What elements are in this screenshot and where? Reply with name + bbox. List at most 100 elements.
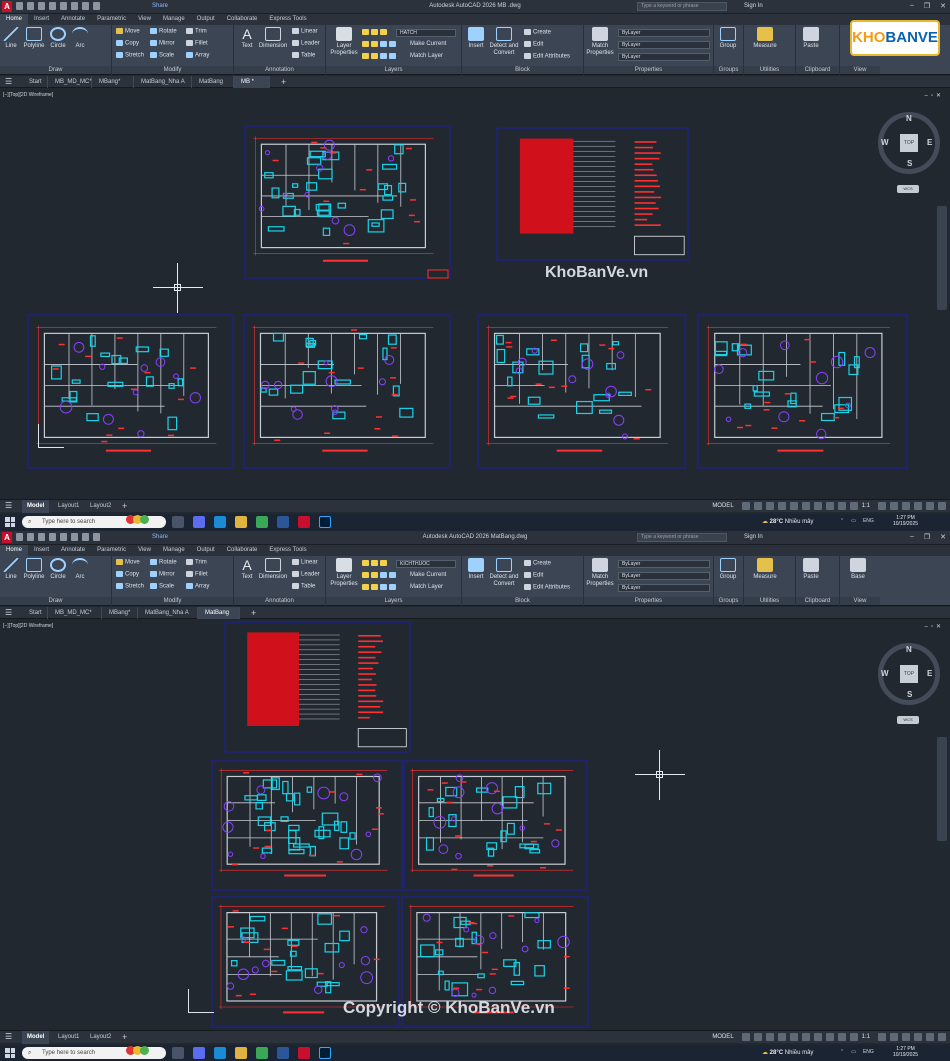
measure-button[interactable]: Measure [750, 558, 780, 581]
annotation-scale[interactable]: 1:1 [862, 503, 870, 509]
color-dropdown[interactable]: ByLayer [618, 560, 710, 568]
save-icon[interactable] [38, 2, 45, 10]
linetype-dropdown[interactable]: ByLayer [618, 572, 710, 580]
open-icon[interactable] [27, 533, 34, 541]
otrack-icon[interactable] [801, 502, 810, 510]
chrome-icon[interactable] [256, 516, 268, 528]
layer-dropdown[interactable]: HATCH [396, 29, 456, 37]
doc-tab-mb-md-mc[interactable]: MB_MD_MC* [48, 76, 92, 88]
tray-expand-icon[interactable]: ⌃ [840, 518, 844, 524]
autocad-taskbar-icon[interactable] [298, 1047, 310, 1059]
ribbon-tab-home[interactable]: Home [0, 14, 29, 25]
osnap-icon[interactable] [789, 502, 798, 510]
drawing-area[interactable] [0, 88, 950, 498]
search-input[interactable]: Type a keyword or phrase [637, 2, 727, 11]
paste-button[interactable]: Paste [800, 558, 822, 581]
tray-expand-icon[interactable]: ⌃ [840, 1049, 844, 1055]
doc-tab-start[interactable]: Start [22, 76, 48, 88]
doc-tab-mbang[interactable]: MBang* [92, 76, 134, 88]
scale-button[interactable]: Scale [150, 583, 174, 590]
chrome-icon[interactable] [256, 1047, 268, 1059]
new-icon[interactable] [16, 2, 23, 10]
windows-start-icon[interactable] [5, 517, 15, 527]
model-tab[interactable]: Model [22, 1031, 50, 1044]
edit-attributes-button[interactable]: Edit Attributes [524, 53, 570, 60]
array-button[interactable]: Array [186, 583, 209, 590]
doc-tab-matbang[interactable]: MatBang [192, 76, 234, 88]
doc-tab-matbang-nha-a[interactable]: MatBang_Nha A [138, 607, 198, 619]
trim-button[interactable]: Trim [186, 28, 207, 35]
viewcube-top-face[interactable]: TOP [900, 665, 918, 683]
network-icon[interactable]: ▭ [851, 518, 856, 524]
create-block-button[interactable]: Create [524, 560, 551, 567]
autocad-app-icon[interactable]: A [2, 532, 12, 543]
line-button[interactable]: Line [3, 27, 19, 50]
settings-gear-icon[interactable] [878, 1033, 886, 1041]
match-properties-button[interactable]: Match Properties [586, 558, 614, 588]
annotation-scale[interactable]: 1:1 [862, 1034, 870, 1040]
viewcube-top-face[interactable]: TOP [900, 134, 918, 152]
annotation-panel-title[interactable]: Annotation [234, 597, 325, 605]
compass-west[interactable]: W [881, 138, 889, 147]
new-tab-icon[interactable]: + [244, 607, 256, 619]
close-icon[interactable]: ✕ [940, 2, 946, 10]
layout2-tab[interactable]: Layout2 [90, 1031, 111, 1044]
file-explorer-icon[interactable] [235, 1047, 247, 1059]
ribbon-tab-view[interactable]: View [132, 545, 157, 556]
fillet-button[interactable]: Fillet [186, 571, 208, 578]
group-button[interactable]: Group [716, 27, 740, 50]
match-properties-button[interactable]: Match Properties [586, 27, 614, 57]
ribbon-tab-annotate[interactable]: Annotate [55, 14, 91, 25]
draw-panel-title[interactable]: Draw [0, 66, 111, 74]
create-block-button[interactable]: Create [524, 29, 551, 36]
file-explorer-icon[interactable] [235, 516, 247, 528]
ortho-icon[interactable] [765, 502, 774, 510]
save-as-icon[interactable] [49, 533, 56, 541]
move-button[interactable]: Move [116, 28, 140, 35]
block-panel-title[interactable]: Block [462, 66, 583, 74]
layers-panel-title[interactable]: Layers [326, 66, 461, 74]
share-button[interactable]: Share [152, 534, 168, 540]
ortho-icon[interactable] [765, 1033, 774, 1041]
sun-icon[interactable] [371, 29, 378, 35]
navigation-bar[interactable] [937, 206, 947, 310]
ribbon-tab-collaborate[interactable]: Collaborate [221, 14, 264, 25]
groups-panel-title[interactable]: Groups [714, 597, 743, 605]
hamburger-menu-icon[interactable]: ☰ [5, 77, 12, 86]
edge-icon[interactable] [214, 516, 226, 528]
lang-indicator[interactable]: ENG [863, 1049, 874, 1055]
redo-icon[interactable] [93, 533, 100, 541]
dimension-button[interactable]: Dimension [258, 27, 288, 50]
wcs-menu[interactable]: WCS [897, 185, 919, 193]
copilot-icon[interactable] [193, 1047, 205, 1059]
edit-block-button[interactable]: Edit [524, 572, 543, 579]
view-panel-title[interactable]: View [840, 66, 880, 74]
lang-indicator[interactable]: ENG [863, 518, 874, 524]
linear-button[interactable]: Linear [292, 559, 318, 566]
windows-start-icon[interactable] [5, 1048, 15, 1058]
bulb-icon[interactable] [362, 560, 369, 566]
network-icon[interactable]: ▭ [851, 1049, 856, 1055]
layout-menu-icon[interactable]: ☰ [5, 1032, 12, 1041]
lineweight-icon[interactable] [813, 502, 822, 510]
ribbon-tab-parametric[interactable]: Parametric [91, 14, 132, 25]
edit-block-button[interactable]: Edit [524, 41, 543, 48]
layout2-tab[interactable]: Layout2 [90, 500, 111, 513]
grid-icon[interactable] [741, 502, 750, 510]
polar-icon[interactable] [777, 502, 786, 510]
add-layout-icon[interactable]: + [122, 1031, 127, 1044]
block-panel-title[interactable]: Block [462, 597, 583, 605]
isolate-icon[interactable] [902, 1033, 910, 1041]
leader-button[interactable]: Leader [292, 40, 320, 47]
lineweight-icon[interactable] [813, 1033, 822, 1041]
search-highlight-fruit-icon[interactable] [126, 515, 149, 524]
photoshop-icon[interactable] [319, 516, 331, 528]
make-current-button[interactable]: Make Current [410, 572, 446, 578]
snap-icon[interactable] [753, 1033, 762, 1041]
search-highlight-fruit-icon[interactable] [126, 1046, 149, 1055]
scale-button[interactable]: Scale [150, 52, 174, 59]
lineweight-dropdown[interactable]: ByLayer [618, 53, 710, 61]
isolate-icon[interactable] [902, 502, 910, 510]
insert-button[interactable]: Insert [466, 558, 486, 581]
annotation-visibility-icon[interactable] [849, 1033, 858, 1041]
